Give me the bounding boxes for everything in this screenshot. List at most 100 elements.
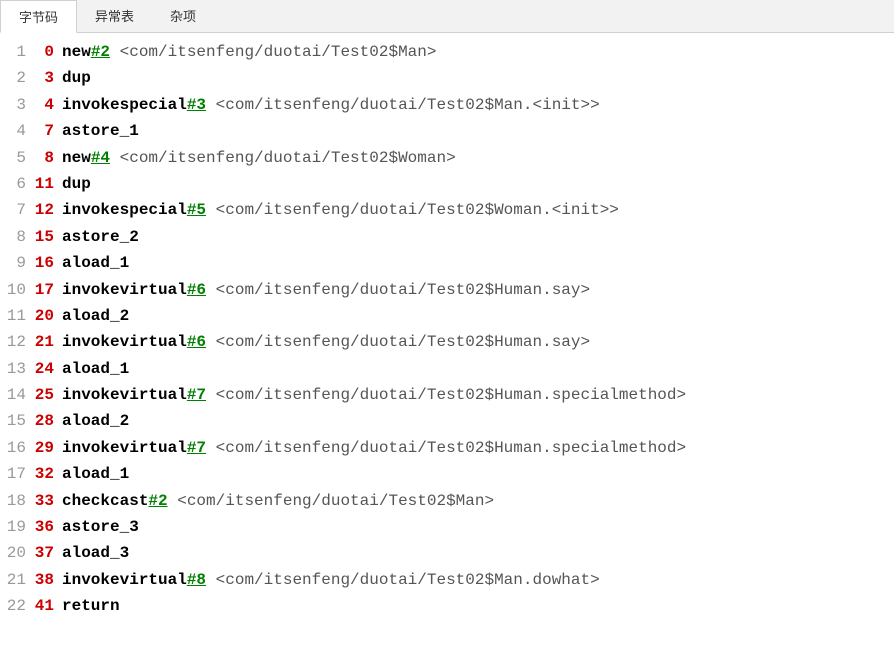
bytecode-line: 2037aload_3 [0,540,894,566]
bytecode-line: 1936astore_3 [0,514,894,540]
opcode: dup [62,65,91,91]
program-counter: 24 [32,356,62,382]
program-counter: 25 [32,382,62,408]
line-number: 13 [0,356,32,382]
bytecode-line: 1324aload_1 [0,356,894,382]
line-number: 19 [0,514,32,540]
line-number: 21 [0,567,32,593]
opcode: invokevirtual [62,329,187,355]
line-number: 7 [0,197,32,223]
opcode: astore_2 [62,224,139,250]
constant-pool-ref[interactable]: #7 [187,435,206,461]
program-counter: 38 [32,567,62,593]
program-counter: 29 [32,435,62,461]
opcode: invokevirtual [62,277,187,303]
opcode: return [62,593,120,619]
bytecode-line: 47astore_1 [0,118,894,144]
constant-pool-ref[interactable]: #6 [187,277,206,303]
reference-comment: <com/itsenfeng/duotai/Test02$Man.<init>> [206,92,600,118]
bytecode-line: 23dup [0,65,894,91]
bytecode-line: 34invokespecial #3 <com/itsenfeng/duotai… [0,92,894,118]
reference-comment: <com/itsenfeng/duotai/Test02$Human.speci… [206,435,686,461]
bytecode-line: 712invokespecial #5 <com/itsenfeng/duota… [0,197,894,223]
opcode: aload_1 [62,250,129,276]
reference-comment: <com/itsenfeng/duotai/Test02$Human.say> [206,329,590,355]
reference-comment: <com/itsenfeng/duotai/Test02$Woman> [110,145,456,171]
line-number: 5 [0,145,32,171]
opcode: dup [62,171,91,197]
program-counter: 32 [32,461,62,487]
bytecode-line: 1120aload_2 [0,303,894,329]
bytecode-line: 58new #4 <com/itsenfeng/duotai/Test02$Wo… [0,145,894,171]
constant-pool-ref[interactable]: #4 [91,145,110,171]
constant-pool-ref[interactable]: #5 [187,197,206,223]
opcode: aload_1 [62,461,129,487]
line-number: 9 [0,250,32,276]
bytecode-line: 1732aload_1 [0,461,894,487]
constant-pool-ref[interactable]: #8 [187,567,206,593]
program-counter: 21 [32,329,62,355]
program-counter: 20 [32,303,62,329]
tab-misc[interactable]: 杂项 [152,0,214,32]
line-number: 2 [0,65,32,91]
constant-pool-ref[interactable]: #6 [187,329,206,355]
line-number: 15 [0,408,32,434]
opcode: astore_3 [62,514,139,540]
program-counter: 0 [32,39,62,65]
constant-pool-ref[interactable]: #2 [148,488,167,514]
line-number: 11 [0,303,32,329]
line-number: 16 [0,435,32,461]
opcode: aload_2 [62,303,129,329]
opcode: aload_3 [62,540,129,566]
program-counter: 8 [32,145,62,171]
program-counter: 12 [32,197,62,223]
line-number: 17 [0,461,32,487]
opcode: aload_1 [62,356,129,382]
tab-exception-table[interactable]: 异常表 [77,0,152,32]
bytecode-line: 1221invokevirtual #6 <com/itsenfeng/duot… [0,329,894,355]
bytecode-line: 2138invokevirtual #8 <com/itsenfeng/duot… [0,567,894,593]
reference-comment: <com/itsenfeng/duotai/Test02$Man> [168,488,494,514]
bytecode-line: 611dup [0,171,894,197]
line-number: 3 [0,92,32,118]
opcode: invokespecial [62,92,187,118]
program-counter: 7 [32,118,62,144]
program-counter: 41 [32,593,62,619]
opcode: invokespecial [62,197,187,223]
opcode: new [62,39,91,65]
constant-pool-ref[interactable]: #3 [187,92,206,118]
line-number: 1 [0,39,32,65]
program-counter: 36 [32,514,62,540]
line-number: 6 [0,171,32,197]
program-counter: 17 [32,277,62,303]
program-counter: 37 [32,540,62,566]
reference-comment: <com/itsenfeng/duotai/Test02$Human.speci… [206,382,686,408]
tab-bytecode[interactable]: 字节码 [0,0,77,33]
bytecode-line: 2241return [0,593,894,619]
program-counter: 28 [32,408,62,434]
opcode: checkcast [62,488,148,514]
opcode: invokevirtual [62,382,187,408]
program-counter: 33 [32,488,62,514]
opcode: new [62,145,91,171]
opcode: invokevirtual [62,567,187,593]
bytecode-line: 1425invokevirtual #7 <com/itsenfeng/duot… [0,382,894,408]
constant-pool-ref[interactable]: #2 [91,39,110,65]
bytecode-line: 1833checkcast #2 <com/itsenfeng/duotai/T… [0,488,894,514]
bytecode-line: 1528aload_2 [0,408,894,434]
program-counter: 15 [32,224,62,250]
opcode: invokevirtual [62,435,187,461]
program-counter: 11 [32,171,62,197]
reference-comment: <com/itsenfeng/duotai/Test02$Woman.<init… [206,197,619,223]
program-counter: 3 [32,65,62,91]
bytecode-line: 916aload_1 [0,250,894,276]
line-number: 20 [0,540,32,566]
reference-comment: <com/itsenfeng/duotai/Test02$Human.say> [206,277,590,303]
reference-comment: <com/itsenfeng/duotai/Test02$Man> [110,39,436,65]
constant-pool-ref[interactable]: #7 [187,382,206,408]
program-counter: 4 [32,92,62,118]
bytecode-line: 1017invokevirtual #6 <com/itsenfeng/duot… [0,277,894,303]
line-number: 22 [0,593,32,619]
line-number: 10 [0,277,32,303]
opcode: astore_1 [62,118,139,144]
